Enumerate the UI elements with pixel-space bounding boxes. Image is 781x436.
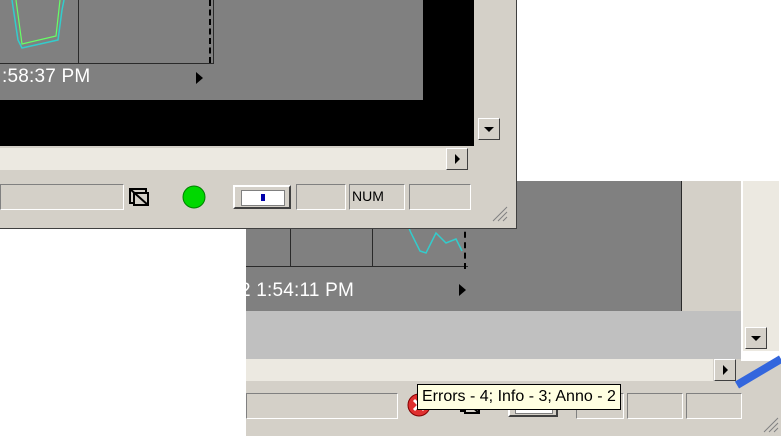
trace-lines	[11, 0, 65, 49]
status-pane-empty	[296, 184, 346, 210]
status-pane-last	[409, 184, 471, 210]
scroll-right-button[interactable]	[714, 359, 736, 381]
connection-status-icon[interactable]	[180, 185, 208, 209]
scroll-down-icon	[484, 126, 494, 132]
workspace	[246, 311, 741, 359]
timestamp-label: :58:37 PM	[2, 66, 91, 87]
scroll-right-button[interactable]	[446, 148, 468, 170]
play-arrow-icon[interactable]	[196, 72, 203, 84]
display-toggle-icon[interactable]	[127, 185, 151, 209]
status-pane-main	[0, 184, 124, 210]
panel-icon[interactable]	[233, 185, 291, 209]
num-lock-indicator: NUM	[349, 184, 405, 210]
highlight-pointer	[735, 355, 781, 389]
status-pane-main	[246, 393, 398, 419]
scroll-right-icon	[722, 365, 728, 375]
status-bar: NUM	[0, 182, 516, 228]
status-pane-empty	[627, 393, 683, 419]
horizontal-scrollbar[interactable]	[246, 359, 713, 381]
monitor-window-a: :58:37 PM NUM	[0, 0, 517, 229]
status-tooltip: Errors - 4; Info - 3; Anno - 2	[417, 384, 621, 410]
vertical-scrollbar[interactable]	[743, 181, 779, 351]
scroll-down-button[interactable]	[478, 118, 500, 140]
scroll-down-icon	[751, 335, 761, 341]
resize-grip-icon[interactable]	[490, 204, 508, 222]
horizontal-scrollbar[interactable]	[0, 148, 446, 170]
status-pane-last	[686, 393, 742, 419]
timestamp-label: 2 1:54:11 PM	[246, 280, 355, 301]
scroll-right-icon	[454, 154, 460, 164]
time-cursor	[209, 0, 211, 63]
play-arrow-icon[interactable]	[459, 284, 466, 296]
scroll-down-button[interactable]	[745, 327, 767, 349]
resize-grip-icon[interactable]	[761, 415, 779, 433]
